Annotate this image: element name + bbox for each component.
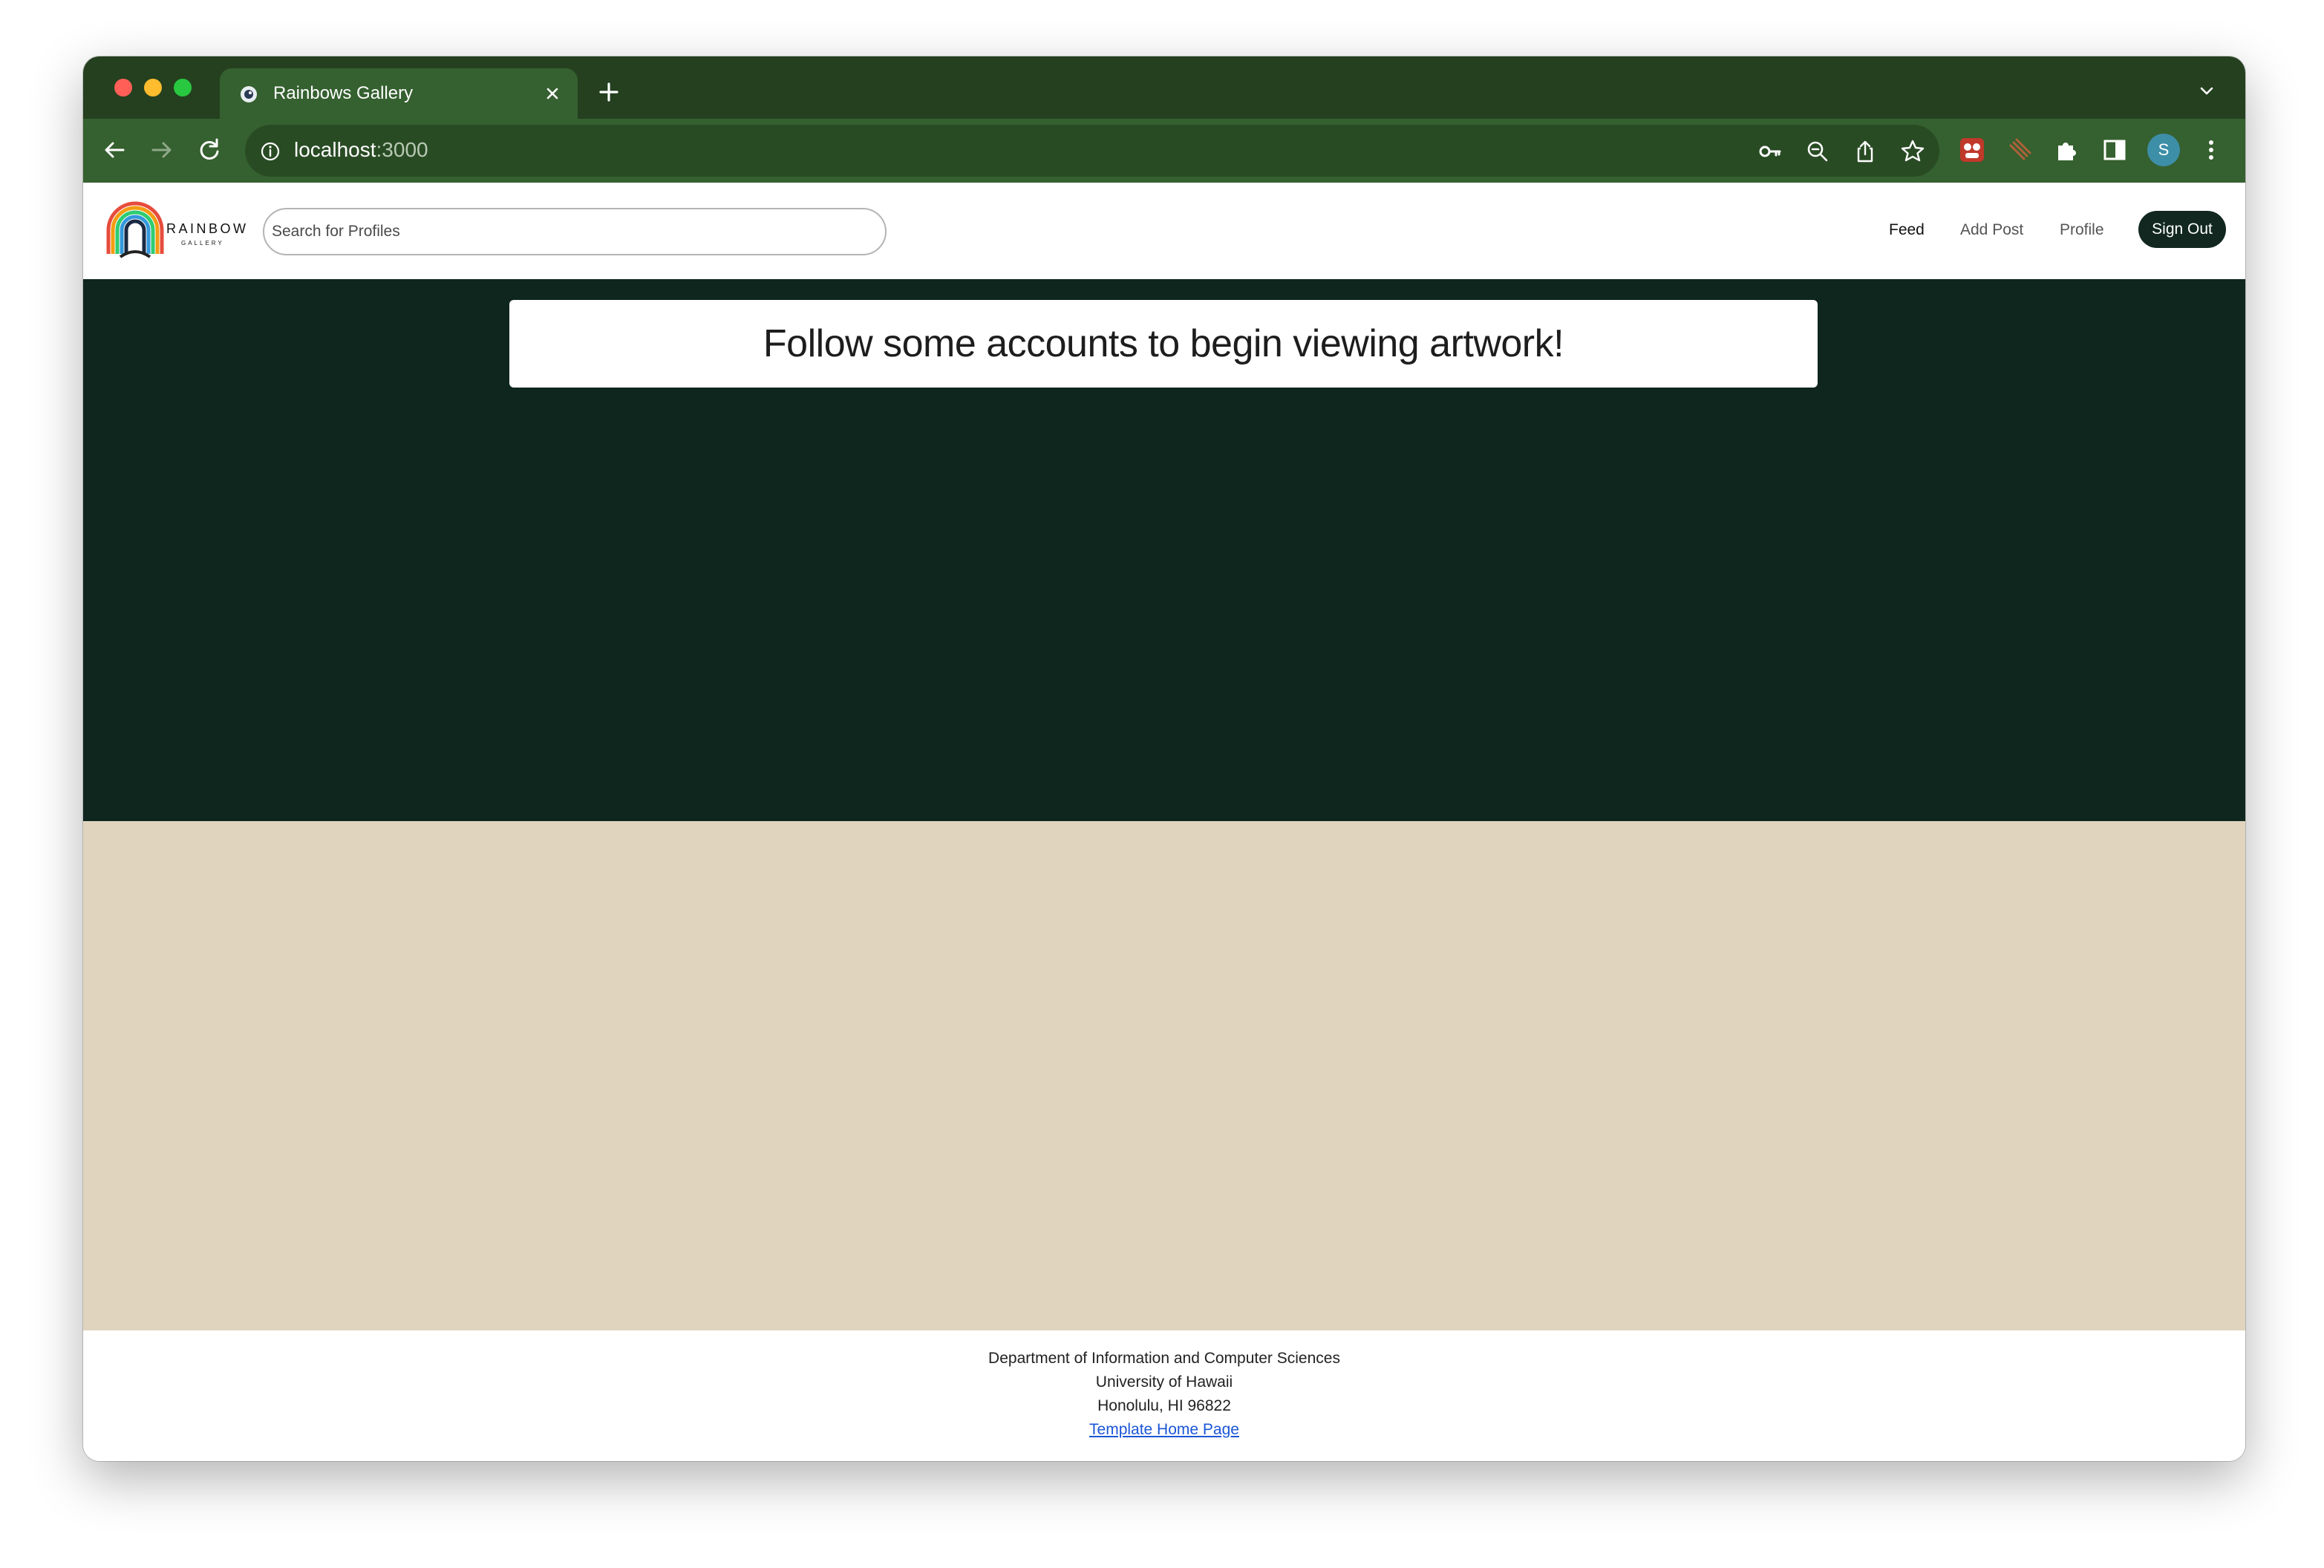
empty-feed-message: Follow some accounts to begin viewing ar… (763, 322, 1564, 365)
tab-title: Rainbows Gallery (273, 83, 414, 103)
reload-icon[interactable] (195, 135, 224, 165)
browser-toolbar: localhost:3000 S (83, 119, 2245, 183)
tab-strip: Rainbows Gallery (83, 56, 2245, 119)
empty-feed-notice: Follow some accounts to begin viewing ar… (509, 300, 1818, 388)
rainbow-gallery-logo[interactable]: RAINBOW GALLERY (104, 200, 249, 260)
address-bar[interactable]: localhost:3000 (245, 125, 1939, 177)
footer-address: Honolulu, HI 96822 (1097, 1397, 1231, 1414)
footer-university: University of Hawaii (1095, 1373, 1233, 1391)
sign-out-button[interactable]: Sign Out (2138, 211, 2226, 248)
logo-subtext: GALLERY (181, 240, 224, 246)
nav-link-add-post[interactable]: Add Post (1960, 221, 2023, 239)
back-arrow-icon[interactable] (99, 135, 129, 165)
close-window-button[interactable] (114, 79, 132, 97)
footer-department: Department of Information and Computer S… (988, 1350, 1340, 1367)
more-menu-icon[interactable] (2196, 135, 2226, 165)
extensions-puzzle-icon[interactable] (2052, 135, 2082, 165)
browser-tab[interactable]: Rainbows Gallery (220, 68, 578, 119)
extension-icon[interactable] (1957, 135, 1987, 165)
tab-search-chevron-icon[interactable] (2196, 80, 2217, 101)
nav-link-profile[interactable]: Profile (2060, 221, 2104, 239)
zoom-icon[interactable] (1804, 138, 1831, 165)
web-page: RAINBOW GALLERY Feed Add Post Profile Si… (83, 183, 2245, 1461)
site-navbar: RAINBOW GALLERY Feed Add Post Profile Si… (83, 183, 2245, 279)
minimize-window-button[interactable] (144, 79, 162, 97)
site-info-icon[interactable] (260, 141, 281, 162)
browser-window: Rainbows Gallery localhost:3000 S RAINBO… (83, 56, 2245, 1461)
close-tab-icon[interactable] (541, 82, 564, 105)
forward-arrow-icon[interactable] (147, 135, 177, 165)
profile-avatar[interactable]: S (2147, 134, 2180, 166)
logo-wordmark: RAINBOW (166, 221, 249, 236)
share-icon[interactable] (1852, 138, 1879, 165)
bookmark-star-icon[interactable] (1899, 138, 1926, 165)
maximize-window-button[interactable] (174, 79, 192, 97)
password-key-icon[interactable] (1757, 138, 1783, 165)
site-footer: Department of Information and Computer S… (83, 1330, 2245, 1461)
side-panel-icon[interactable] (2100, 135, 2129, 165)
url-text: localhost:3000 (294, 138, 428, 161)
new-tab-icon[interactable] (595, 79, 622, 105)
profile-search-input[interactable] (263, 208, 887, 255)
nav-link-feed[interactable]: Feed (1889, 221, 1925, 239)
feed-section: Follow some accounts to begin viewing ar… (83, 279, 2245, 821)
extension-stripes-icon[interactable] (2005, 135, 2034, 165)
favicon-icon (241, 86, 257, 102)
content-background (83, 821, 2245, 1330)
template-home-link[interactable]: Template Home Page (1089, 1421, 1239, 1438)
